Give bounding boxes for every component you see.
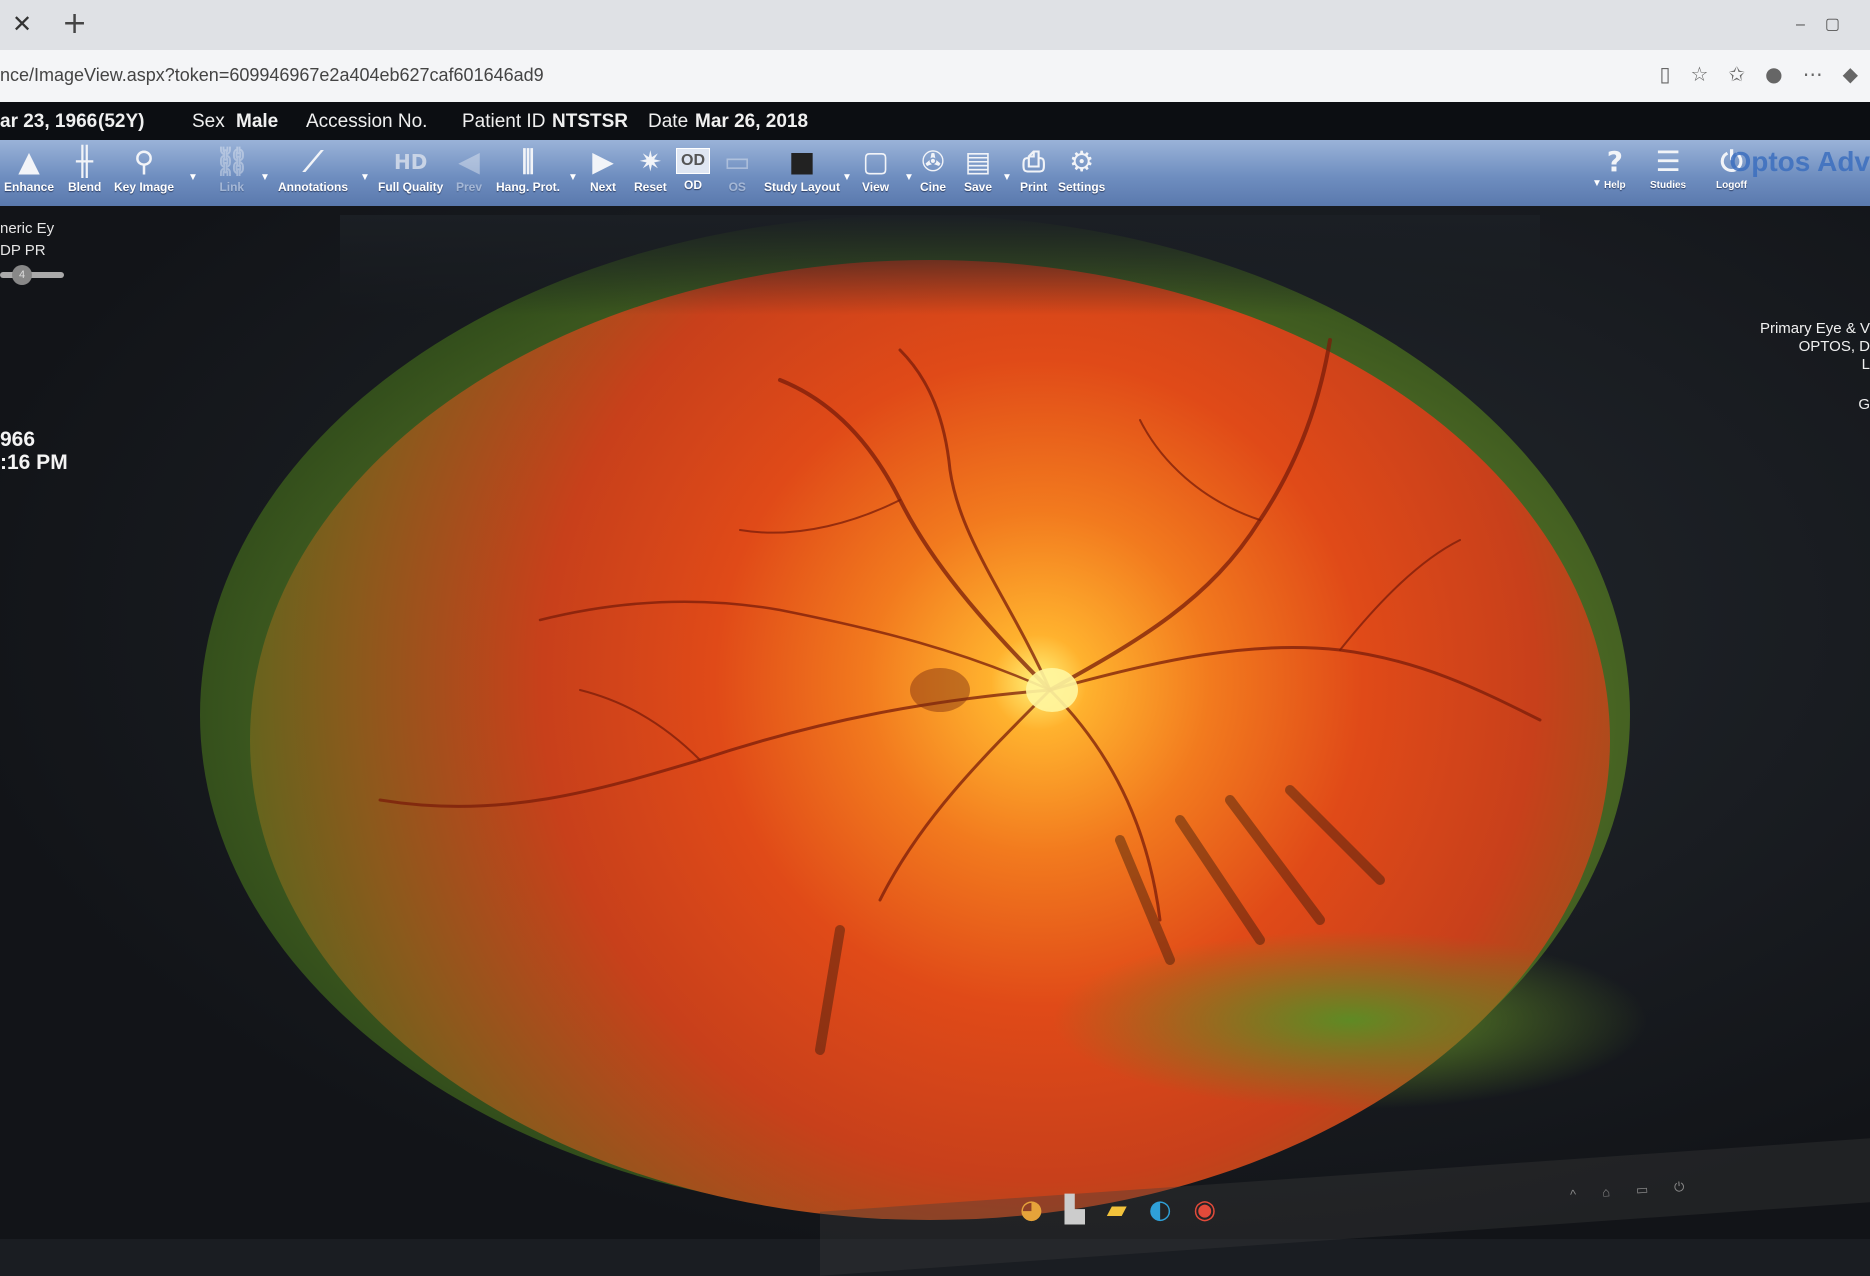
sex-label: Sex [192,111,225,132]
study-layout-dropdown-icon[interactable]: ▼ [842,172,852,183]
prev-button[interactable]: ◀ Prev [456,144,482,194]
dp-pr-label: DP PR [0,242,46,259]
cine-button[interactable]: ✇ Cine [920,144,946,194]
annotations-dropdown-icon[interactable]: ▼ [360,172,370,183]
network-icon[interactable]: ⌂ [1602,1184,1611,1201]
view-button[interactable]: ▢ View [862,144,889,194]
gear-icon: ⚙ [1069,145,1095,178]
view-dropdown-icon[interactable]: ▼ [904,172,914,183]
task-view-icon[interactable]: ▙ [1065,1195,1085,1225]
sex-value: Male [236,111,279,132]
reset-icon: ✷ [638,145,663,178]
date-value: Mar 26, 2018 [695,111,809,132]
enhance-button[interactable]: ▲ Enhance [4,144,54,194]
link-dropdown-icon[interactable]: ▼ [260,172,270,183]
od-button[interactable]: OD OD [676,144,710,192]
next-icon: ▶ [592,145,614,178]
overlay-right-line3: L [1861,356,1870,373]
save-dropdown-icon[interactable]: ▼ [1002,172,1012,183]
viewer-toolbar: ▲ Enhance ╫ Blend ⚲ Key Image ▼ ⛓ Link ▼ ⟋ An… [0,140,1870,208]
study-layout-button[interactable]: ■ Study Layout [764,144,840,194]
patient-id-value: NTSTSR [552,111,628,132]
os-icon: ▭ [724,145,751,178]
overlay-time: :16 PM [0,451,68,474]
volume-icon[interactable]: ▭ [1635,1182,1648,1199]
power-tray-icon[interactable]: ⏻ [1674,1179,1685,1196]
os-button[interactable]: ▭ OS [724,144,750,194]
overlay-date: 966 [0,428,36,451]
hanging-protocol-icon: ⫼ [521,145,535,178]
hanging-protocol-button[interactable]: ⫼ Hang. Prot. [496,144,560,194]
link-button[interactable]: ⛓ Link [214,144,250,194]
help-button[interactable]: ? Help [1604,144,1626,191]
help-icon: ? [1606,145,1623,178]
accession-label: Accession No. [306,111,428,132]
profile-icon[interactable]: ● [1765,62,1782,86]
layout-icon: ■ [788,145,816,178]
link-icon: ⛓ [214,145,250,178]
reset-button[interactable]: ✷ Reset [634,144,667,194]
patient-info-bar: ar 23, 1966 (52Y) Sex Male Accession No.… [0,102,1870,140]
edge-browser-icon[interactable]: ◐ [1149,1195,1172,1225]
studies-button[interactable]: ☰ Studies [1650,144,1686,191]
patient-id-label: Patient ID [462,111,546,132]
institution-label: Primary Eye & V [1759,320,1870,337]
patient-dob: ar 23, 1966 [0,111,98,132]
reader-icon[interactable]: ▯ [1659,62,1670,86]
key-image-button[interactable]: ⚲ Key Image [114,144,174,194]
new-tab-button[interactable]: + [62,6,87,41]
save-icon: ▤ [964,145,992,178]
ruler-icon: ⟋ [303,145,323,178]
retinal-vessels [378,338,1542,1055]
image-overlay-datetime: 966 :16 PM [0,428,68,474]
help-dropdown-icon[interactable]: ▼ [1592,178,1602,189]
settings-button[interactable]: ⚙ Settings [1058,144,1105,194]
address-bar: nce/ImageView.aspx?token=609946967e2a404… [0,50,1870,103]
printer-icon: ⎙ [1022,145,1045,178]
view-icon: ▢ [862,145,889,178]
date-label: Date [648,111,689,132]
widgets-icon[interactable]: ◕ [1020,1195,1043,1225]
hanging-protocol-dropdown-icon[interactable]: ▼ [568,172,578,183]
address-bar-icons: ▯ ☆ ✩ ● ⋯ ◆ [1659,62,1858,86]
window-controls[interactable]: –▢ [1796,14,1860,34]
more-icon[interactable]: ⋯ [1803,62,1823,86]
chrome-browser-icon[interactable]: ◉ [1193,1195,1216,1225]
blend-icon: ╫ [76,145,94,178]
browser-tab-bar: ✕ + –▢ [0,0,1870,50]
hd-icon: HD [394,150,428,174]
patient-age: (52Y) [98,111,145,132]
eye-type-label: neric Ey [0,220,55,237]
save-button[interactable]: ▤ Save [964,144,992,194]
favorite-star-icon[interactable]: ☆ [1690,62,1708,86]
favorites-icon[interactable]: ✩ [1728,62,1745,86]
image-slider[interactable]: 4 [0,265,64,285]
url-field[interactable]: nce/ImageView.aspx?token=609946967e2a404… [0,65,544,86]
film-reel-icon: ✇ [921,145,945,178]
overlay-right-line4: G [1858,396,1870,413]
annotations-button[interactable]: ⟋ Annotations [278,144,348,194]
next-button[interactable]: ▶ Next [590,144,616,194]
studies-icon: ☰ [1655,145,1681,178]
taskbar-icons: ◕ ▙ ▰ ◐ ◉ [1020,1195,1216,1225]
close-tab-icon[interactable]: ✕ [12,10,32,38]
key-image-dropdown-icon[interactable]: ▼ [188,172,198,183]
full-quality-button[interactable]: HD Full Quality [378,144,443,194]
tray-chevron-icon[interactable]: ^ [1570,1187,1577,1203]
enhance-icon: ▲ [18,145,40,178]
prev-icon: ◀ [458,145,480,178]
file-explorer-icon[interactable]: ▰ [1107,1195,1127,1225]
slider-knob[interactable]: 4 [12,265,32,285]
device-label: OPTOS, D [1798,338,1870,355]
image-overlay-top-left: neric Ey DP PR [0,218,54,262]
key-icon: ⚲ [133,145,155,178]
print-button[interactable]: ⎙ Print [1020,144,1047,194]
blend-button[interactable]: ╫ Blend [68,144,101,194]
od-icon: OD [676,148,710,174]
image-overlay-right: Primary Eye & V OPTOS, D L G [1760,320,1870,414]
brand-logo: Optos Adv [1729,146,1870,177]
copilot-icon[interactable]: ◆ [1843,62,1858,86]
